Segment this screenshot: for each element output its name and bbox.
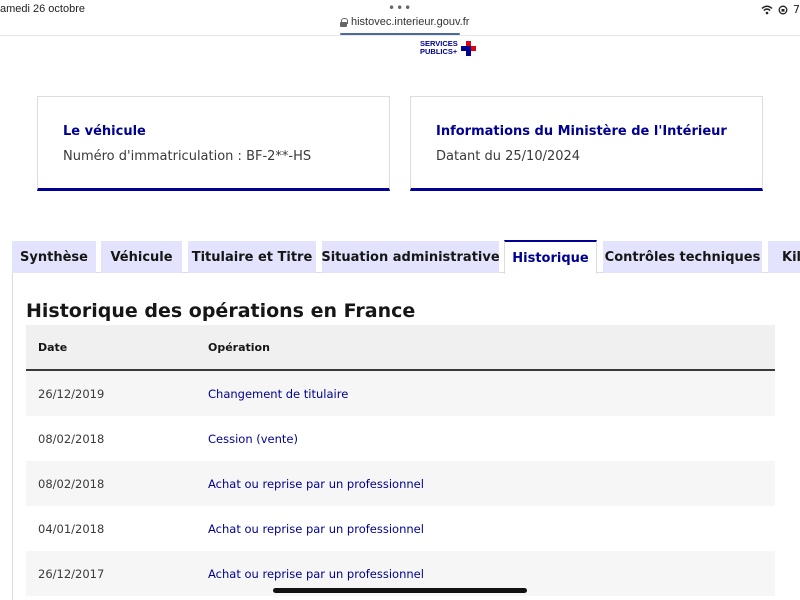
vehicle-card: Le véhicule Numéro d'immatriculation : B… bbox=[37, 96, 390, 191]
table-row: 08/02/2018 Achat ou reprise par un profe… bbox=[26, 461, 775, 506]
lock-icon bbox=[340, 18, 348, 27]
logo-line-2: PUBLICS+ bbox=[420, 47, 458, 56]
row-operation-link[interactable]: Achat ou reprise par un professionnel bbox=[208, 567, 775, 581]
battery-percent: 7 bbox=[793, 3, 800, 16]
row-date: 04/01/2018 bbox=[38, 521, 105, 536]
row-operation-link[interactable]: Cession (vente) bbox=[208, 432, 775, 446]
services-publics-logo[interactable]: SERVICES PUBLICS+ bbox=[420, 40, 476, 56]
status-date: amedi 26 octobre bbox=[0, 3, 85, 15]
history-title: Historique des opérations en France bbox=[26, 300, 416, 322]
status-icons: 7 bbox=[761, 3, 800, 16]
ministry-card-title: Informations du Ministère de l'Intérieur bbox=[436, 124, 727, 139]
orientation-lock-icon bbox=[778, 5, 788, 14]
home-indicator[interactable] bbox=[273, 588, 527, 593]
row-operation-link[interactable]: Changement de titulaire bbox=[208, 387, 775, 401]
table-row: 26/12/2019 Changement de titulaire bbox=[26, 371, 775, 416]
ministry-card: Informations du Ministère de l'Intérieur… bbox=[410, 96, 763, 191]
tab-vehicule[interactable]: Véhicule bbox=[101, 241, 182, 273]
registration-number: Numéro d'immatriculation : BF-2**-HS bbox=[63, 149, 312, 164]
row-date: 26/12/2017 bbox=[38, 566, 105, 581]
column-header-date: Date bbox=[38, 340, 68, 354]
status-bar: amedi 26 octobre ••• histovec.interieur.… bbox=[0, 0, 800, 36]
url-underline bbox=[340, 33, 460, 35]
row-operation-link[interactable]: Achat ou reprise par un professionnel bbox=[208, 522, 775, 536]
tab-kilometrage[interactable]: Kilo bbox=[768, 241, 800, 273]
row-date: 26/12/2019 bbox=[38, 386, 105, 401]
tab-situation-administrative[interactable]: Situation administrative bbox=[322, 241, 499, 273]
table-row: 04/01/2018 Achat ou reprise par un profe… bbox=[26, 506, 775, 551]
tab-historique[interactable]: Historique bbox=[504, 240, 597, 274]
more-options-icon[interactable]: ••• bbox=[388, 1, 412, 15]
tab-bar: Synthèse Véhicule Titulaire et Titre Sit… bbox=[12, 240, 800, 274]
tab-controles-techniques[interactable]: Contrôles techniques bbox=[603, 241, 762, 273]
table-row: 08/02/2018 Cession (vente) bbox=[26, 416, 775, 461]
data-date: Datant du 25/10/2024 bbox=[436, 149, 581, 164]
tab-titulaire[interactable]: Titulaire et Titre bbox=[188, 241, 316, 273]
row-date: 08/02/2018 bbox=[38, 431, 105, 446]
url-text: histovec.interieur.gouv.fr bbox=[351, 16, 470, 28]
address-bar[interactable]: histovec.interieur.gouv.fr bbox=[340, 16, 469, 28]
vehicle-card-title: Le véhicule bbox=[63, 124, 146, 139]
column-header-operation: Opération bbox=[208, 340, 270, 354]
table-header: Date Opération bbox=[26, 325, 775, 371]
tab-synthese[interactable]: Synthèse bbox=[12, 241, 96, 273]
wifi-icon bbox=[761, 5, 773, 14]
history-table: Date Opération 26/12/2019 Changement de … bbox=[26, 325, 775, 596]
marianne-cross-icon bbox=[460, 40, 476, 56]
row-operation-link[interactable]: Achat ou reprise par un professionnel bbox=[208, 477, 775, 491]
row-date: 08/02/2018 bbox=[38, 476, 105, 491]
